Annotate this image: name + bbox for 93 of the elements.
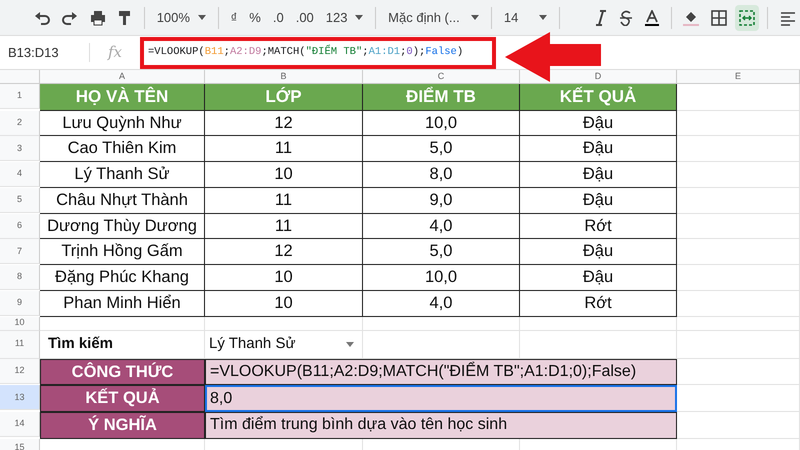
row-header[interactable]: 14 [0, 412, 40, 437]
table-cell: Đậu [520, 239, 677, 265]
fx-label: fx [106, 42, 123, 64]
row-header[interactable]: 1 [0, 84, 40, 109]
table-cell: Đậu [520, 136, 677, 162]
percent-button[interactable]: % [245, 4, 265, 30]
empty-cell[interactable] [677, 265, 800, 291]
header-cell: KẾT QUẢ [520, 84, 677, 110]
zoom-dropdown[interactable]: 100% [152, 4, 210, 30]
column-header[interactable]: E [677, 70, 800, 84]
row-header[interactable]: 2 [0, 110, 40, 136]
empty-cell[interactable] [677, 214, 800, 240]
empty-cell[interactable] [677, 239, 800, 265]
column-header[interactable]: D [520, 70, 677, 84]
currency-button[interactable]: ₫ [226, 4, 242, 30]
table-cell: Đậu [520, 188, 677, 214]
table-cell: 11 [205, 136, 363, 162]
table-cell: Đặng Phúc Khang [40, 265, 205, 291]
table-cell: 11 [205, 188, 363, 214]
table-cell: 8,0 [363, 162, 520, 188]
table-cell: Đậu [520, 265, 677, 291]
empty-cell[interactable] [205, 316, 363, 330]
row-header[interactable]: 8 [0, 265, 40, 290]
table-cell: Châu Nhựt Thành [40, 188, 205, 214]
row-header[interactable]: 10 [0, 316, 40, 330]
empty-cell[interactable] [677, 110, 800, 136]
header-cell: ĐIỂM TB [363, 84, 520, 110]
row-header[interactable]: 9 [0, 290, 40, 316]
row-label: Ý NGHĨA [40, 412, 205, 439]
table-cell: 10 [205, 290, 363, 316]
table-cell: 5,0 [363, 239, 520, 265]
table-cell: 4,0 [363, 214, 520, 240]
row-header[interactable]: 11 [0, 330, 40, 358]
table-cell: Đậu [520, 162, 677, 188]
row-header[interactable]: 3 [0, 136, 40, 162]
table-cell: Lưu Quỳnh Như [40, 110, 205, 136]
empty-cell[interactable] [520, 316, 677, 330]
table-cell: 4,0 [363, 290, 520, 316]
font-dropdown[interactable]: Mặc định (... [384, 4, 484, 30]
merge-cells-icon[interactable] [735, 4, 760, 30]
value-cell[interactable]: Tìm điểm trung bình dựa vào tên học sinh [205, 412, 677, 439]
search-label: Tìm kiếm [48, 334, 114, 354]
table-cell: Lý Thanh Sử [40, 162, 205, 188]
column-header[interactable]: C [363, 70, 520, 84]
row-header[interactable]: 13 [0, 385, 40, 410]
caret-icon [471, 15, 480, 20]
row-header[interactable]: 6 [0, 214, 40, 238]
row-header[interactable]: 4 [0, 162, 40, 187]
row-header[interactable]: 7 [0, 239, 40, 264]
column-header[interactable]: B [205, 70, 363, 84]
name-box[interactable]: B13:D13 [8, 42, 59, 62]
empty-cell[interactable] [677, 330, 800, 358]
header-cell: HỌ VÀ TÊN [40, 84, 205, 110]
caret-icon [346, 342, 354, 346]
table-cell: 11 [205, 214, 363, 240]
column-header[interactable]: A [40, 70, 205, 84]
caret-icon [538, 15, 547, 20]
table-cell: 10,0 [363, 110, 520, 136]
table-cell: 9,0 [363, 188, 520, 214]
table-cell: Dương Thùy Dương [40, 214, 205, 240]
formula-field[interactable]: =VLOOKUP(B11;A2:D9;MATCH("ĐIỂM TB";A1:D1;0);False) [140, 36, 496, 68]
empty-cell[interactable] [677, 290, 800, 316]
table-cell: Phan Minh Hiển [40, 290, 205, 316]
caret-icon [198, 15, 206, 20]
header-cell: LỚP [205, 84, 363, 110]
empty-cell[interactable] [677, 162, 800, 188]
empty-cell[interactable] [677, 188, 800, 214]
table-cell: 10 [205, 265, 363, 291]
table-cell: Rớt [520, 214, 677, 240]
table-cell: 10,0 [363, 265, 520, 291]
table-cell: 10 [205, 162, 363, 188]
table-cell: 5,0 [363, 136, 520, 162]
row-header[interactable]: 12 [0, 358, 40, 384]
table-cell: 12 [205, 110, 363, 136]
table-cell: Đậu [520, 110, 677, 136]
empty-cell[interactable] [677, 316, 800, 330]
row-header[interactable]: 5 [0, 188, 40, 213]
row-label: KẾT QUẢ [40, 385, 205, 412]
empty-cell[interactable] [677, 136, 800, 162]
value-cell[interactable]: 8,0 [205, 385, 677, 412]
empty-cell[interactable] [363, 316, 520, 330]
table-cell: Rớt [520, 290, 677, 316]
row-label: CÔNG THỨC [40, 358, 205, 386]
caret-icon [355, 15, 364, 20]
table-cell: Cao Thiên Kim [40, 136, 205, 162]
table-cell: 12 [205, 239, 363, 265]
decrease-decimal-button[interactable]: .0 [268, 4, 288, 30]
table-cell: Trịnh Hồng Gấm [40, 239, 205, 265]
font-size-dropdown[interactable]: 14 [500, 4, 551, 30]
increase-decimal-button[interactable]: .00 [292, 4, 318, 30]
value-cell[interactable]: =VLOOKUP(B11;A2:D9;MATCH("ĐIỂM TB";A1:D1;0);False) [205, 358, 677, 386]
row-header[interactable]: 15 [0, 438, 40, 450]
number-format-dropdown[interactable]: 123 [322, 4, 368, 30]
